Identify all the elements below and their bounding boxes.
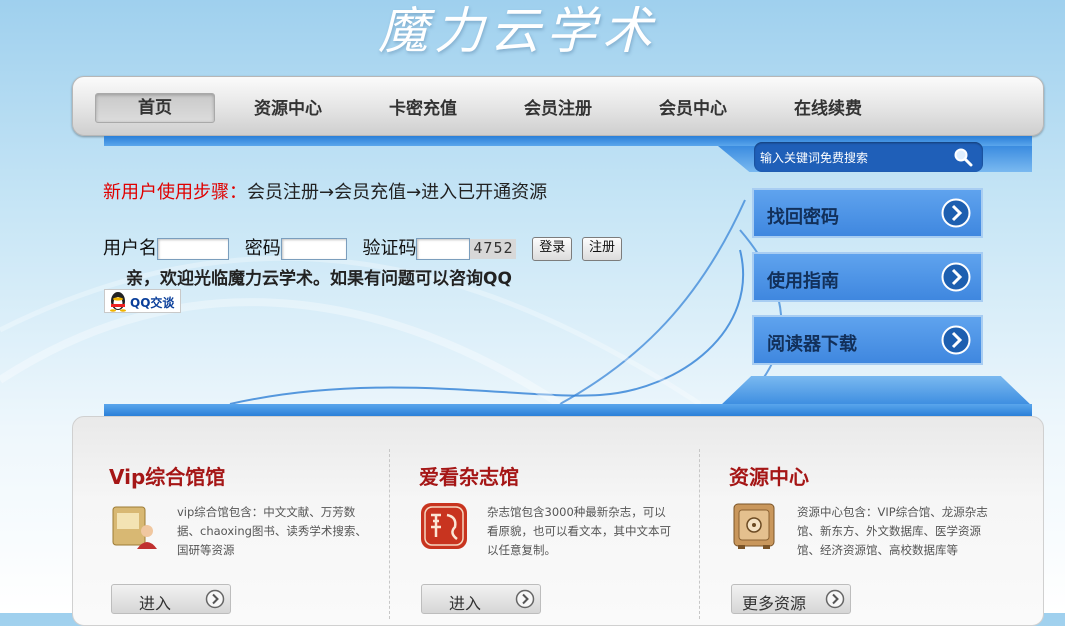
arrow-right-circle-icon [941,198,971,228]
sections-panel: Vip综合馆馆 vip综合馆包含：中文文献、万芳数据、chaoxing图书、读秀… [72,416,1044,626]
chevron-right-circle-icon [515,589,535,609]
section-magazine: 爱看杂志馆 杂志馆包含3000种最新杂志，可以看原貌，也可以看文本，其中文本可以… [389,417,699,617]
enter-label: 进入 [449,594,482,613]
section-description: vip综合馆包含：中文文献、万芳数据、chaoxing图书、读秀学术搜索、国研等… [177,505,367,557]
steps-prefix: 新用户使用步骤： [103,182,247,203]
login-button[interactable]: 登录 [532,237,573,261]
dragon-seal-icon [421,503,467,549]
enter-magazine-button[interactable]: 进入 [421,584,541,614]
safe-icon [733,503,775,549]
search-icon[interactable] [953,147,973,167]
captcha-input[interactable] [416,238,471,260]
search-input[interactable] [758,148,952,168]
section-description: 杂志馆包含3000种最新杂志，可以看原貌，也可以看文本，其中文本可以任意复制。 [487,505,671,557]
section-title: 资源中心 [729,465,809,489]
captcha-image[interactable]: 4752 [470,239,517,259]
nav-item-resources[interactable]: 资源中心 [228,95,348,123]
banner-corner-bottom [720,376,1032,406]
section-resource-center: 资源中心 资源中心包含：VIP综合馆、龙源杂志馆、新东方、外文数据库、医学资源馆… [699,417,1045,617]
enter-label: 进入 [139,594,172,613]
arrow-right-circle-icon [941,325,971,355]
qq-chat-label: QQ交谈 [130,296,175,310]
banner-bottom-strip [104,404,1032,416]
username-input[interactable] [157,238,229,260]
section-title: Vip综合馆馆 [109,465,226,489]
nav-item-renew[interactable]: 在线续费 [768,95,888,123]
section-vip: Vip综合馆馆 vip综合馆包含：中文文献、万芳数据、chaoxing图书、读秀… [73,417,389,617]
nav-item-member-center[interactable]: 会员中心 [633,95,753,123]
password-input[interactable] [280,238,347,260]
side-button-label: 阅读器下载 [767,334,857,355]
login-form: 用户名 密码 验证码 4752 登录 注册 [103,234,622,261]
reader-download-button[interactable]: 阅读器下载 [752,315,983,365]
main-nav: 首页 资源中心 卡密充值 会员注册 会员中心 在线续费 [72,76,1044,136]
nav-item-home[interactable]: 首页 [95,93,215,123]
welcome-text: 亲，欢迎光临魔力云学术。如果有问题可以咨询QQ [126,269,512,289]
enter-label: 更多资源 [742,594,807,613]
folder-user-icon [112,506,157,549]
nav-item-card-recharge[interactable]: 卡密充值 [363,95,483,123]
more-resources-button[interactable]: 更多资源 [731,584,851,614]
qq-penguin-icon [110,292,126,312]
chevron-right-circle-icon [205,589,225,609]
retrieve-password-button[interactable]: 找回密码 [752,188,983,238]
search-box [754,142,983,172]
password-label: 密码 [244,238,281,259]
captcha-label: 验证码 [362,238,417,259]
side-button-label: 使用指南 [767,271,839,292]
arrow-right-circle-icon [941,262,971,292]
username-label: 用户名 [103,238,157,259]
steps-text: 会员注册→会员充值→进入已开通资源 [247,182,548,203]
site-logo: 魔力云学术 [378,2,658,60]
chevron-right-circle-icon [825,589,845,609]
register-button[interactable]: 注册 [581,237,622,261]
section-description: 资源中心包含：VIP综合馆、龙源杂志馆、新东方、外文数据库、医学资源馆、经济资源… [797,505,988,557]
nav-item-register[interactable]: 会员注册 [498,95,618,123]
enter-vip-button[interactable]: 进入 [111,584,231,614]
section-title: 爱看杂志馆 [419,465,519,489]
qq-chat-button[interactable]: QQ交谈 [104,289,181,313]
user-guide-button[interactable]: 使用指南 [752,252,983,302]
side-button-label: 找回密码 [767,207,839,228]
new-user-steps: 新用户使用步骤：会员注册→会员充值→进入已开通资源 [103,178,547,204]
